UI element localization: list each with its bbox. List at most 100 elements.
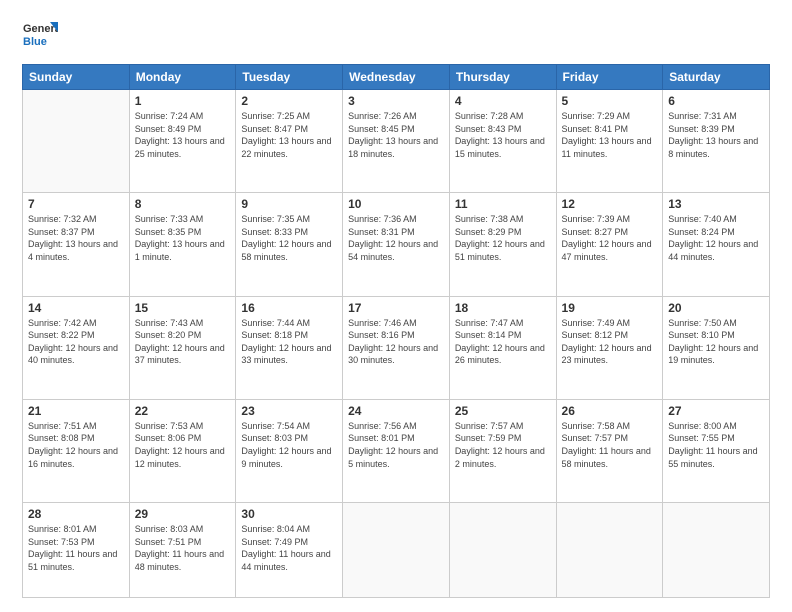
weekday-thursday: Thursday [449,65,556,90]
day-number: 11 [455,197,551,211]
day-number: 5 [562,94,658,108]
week-row-4: 21 Sunrise: 7:51 AM Sunset: 8:08 PM Dayli… [23,399,770,502]
day-info: Sunrise: 8:04 AM Sunset: 7:49 PM Dayligh… [241,523,337,573]
calendar-cell [23,90,130,193]
day-number: 14 [28,301,124,315]
day-info: Sunrise: 7:54 AM Sunset: 8:03 PM Dayligh… [241,420,337,470]
day-number: 30 [241,507,337,521]
calendar-cell: 29 Sunrise: 8:03 AM Sunset: 7:51 PM Dayli… [129,503,236,598]
day-number: 13 [668,197,764,211]
logo-svg: General Blue [22,18,58,54]
weekday-monday: Monday [129,65,236,90]
weekday-saturday: Saturday [663,65,770,90]
day-info: Sunrise: 7:35 AM Sunset: 8:33 PM Dayligh… [241,213,337,263]
calendar-cell: 24 Sunrise: 7:56 AM Sunset: 8:01 PM Dayli… [343,399,450,502]
day-number: 10 [348,197,444,211]
calendar-cell [343,503,450,598]
calendar-cell: 6Sunrise: 7:31 AM Sunset: 8:39 PM Daylig… [663,90,770,193]
day-number: 24 [348,404,444,418]
day-info: Sunrise: 7:36 AM Sunset: 8:31 PM Dayligh… [348,213,444,263]
day-info: Sunrise: 7:39 AM Sunset: 8:27 PM Dayligh… [562,213,658,263]
day-number: 19 [562,301,658,315]
day-number: 2 [241,94,337,108]
calendar-header: SundayMondayTuesdayWednesdayThursdayFrid… [23,65,770,90]
day-number: 3 [348,94,444,108]
day-number: 15 [135,301,231,315]
calendar-cell: 23 Sunrise: 7:54 AM Sunset: 8:03 PM Dayli… [236,399,343,502]
calendar-cell: 26Sunrise: 7:58 AM Sunset: 7:57 PM Dayli… [556,399,663,502]
day-info: Sunrise: 7:33 AM Sunset: 8:35 PM Dayligh… [135,213,231,263]
day-number: 29 [135,507,231,521]
day-number: 4 [455,94,551,108]
week-row-1: 1 Sunrise: 7:24 AM Sunset: 8:49 PM Daylig… [23,90,770,193]
calendar-cell: 1 Sunrise: 7:24 AM Sunset: 8:49 PM Daylig… [129,90,236,193]
day-info: Sunrise: 7:46 AM Sunset: 8:16 PM Dayligh… [348,317,444,367]
calendar-cell: 18 Sunrise: 7:47 AM Sunset: 8:14 PM Dayli… [449,296,556,399]
day-info: Sunrise: 7:24 AM Sunset: 8:49 PM Dayligh… [135,110,231,160]
day-info: Sunrise: 7:32 AM Sunset: 8:37 PM Dayligh… [28,213,124,263]
calendar-cell: 13 Sunrise: 7:40 AM Sunset: 8:24 PM Dayli… [663,193,770,296]
calendar-cell: 10 Sunrise: 7:36 AM Sunset: 8:31 PM Dayli… [343,193,450,296]
week-row-2: 7 Sunrise: 7:32 AM Sunset: 8:37 PM Daylig… [23,193,770,296]
day-number: 20 [668,301,764,315]
day-number: 26 [562,404,658,418]
weekday-tuesday: Tuesday [236,65,343,90]
day-number: 16 [241,301,337,315]
weekday-friday: Friday [556,65,663,90]
week-row-5: 28Sunrise: 8:01 AM Sunset: 7:53 PM Dayli… [23,503,770,598]
calendar-cell: 15 Sunrise: 7:43 AM Sunset: 8:20 PM Dayli… [129,296,236,399]
weekday-row: SundayMondayTuesdayWednesdayThursdayFrid… [23,65,770,90]
day-number: 25 [455,404,551,418]
day-number: 21 [28,404,124,418]
calendar-cell: 4 Sunrise: 7:28 AM Sunset: 8:43 PM Daylig… [449,90,556,193]
day-info: Sunrise: 7:49 AM Sunset: 8:12 PM Dayligh… [562,317,658,367]
calendar-body: 1 Sunrise: 7:24 AM Sunset: 8:49 PM Daylig… [23,90,770,598]
day-info: Sunrise: 7:43 AM Sunset: 8:20 PM Dayligh… [135,317,231,367]
day-info: Sunrise: 7:50 AM Sunset: 8:10 PM Dayligh… [668,317,764,367]
day-info: Sunrise: 7:40 AM Sunset: 8:24 PM Dayligh… [668,213,764,263]
calendar-cell: 12 Sunrise: 7:39 AM Sunset: 8:27 PM Dayli… [556,193,663,296]
day-number: 18 [455,301,551,315]
calendar-cell: 27 Sunrise: 8:00 AM Sunset: 7:55 PM Dayli… [663,399,770,502]
day-number: 8 [135,197,231,211]
logo: General Blue [22,18,58,54]
day-info: Sunrise: 7:29 AM Sunset: 8:41 PM Dayligh… [562,110,658,160]
day-info: Sunrise: 7:42 AM Sunset: 8:22 PM Dayligh… [28,317,124,367]
day-number: 6 [668,94,764,108]
calendar-cell: 3Sunrise: 7:26 AM Sunset: 8:45 PM Daylig… [343,90,450,193]
calendar-cell: 7 Sunrise: 7:32 AM Sunset: 8:37 PM Daylig… [23,193,130,296]
day-info: Sunrise: 7:51 AM Sunset: 8:08 PM Dayligh… [28,420,124,470]
day-info: Sunrise: 7:56 AM Sunset: 8:01 PM Dayligh… [348,420,444,470]
day-info: Sunrise: 7:47 AM Sunset: 8:14 PM Dayligh… [455,317,551,367]
calendar-cell: 14 Sunrise: 7:42 AM Sunset: 8:22 PM Dayli… [23,296,130,399]
day-info: Sunrise: 7:28 AM Sunset: 8:43 PM Dayligh… [455,110,551,160]
day-info: Sunrise: 7:38 AM Sunset: 8:29 PM Dayligh… [455,213,551,263]
calendar-cell: 25 Sunrise: 7:57 AM Sunset: 7:59 PM Dayli… [449,399,556,502]
day-number: 27 [668,404,764,418]
calendar-cell: 19 Sunrise: 7:49 AM Sunset: 8:12 PM Dayli… [556,296,663,399]
calendar-cell [449,503,556,598]
weekday-sunday: Sunday [23,65,130,90]
day-number: 7 [28,197,124,211]
calendar-cell: 11 Sunrise: 7:38 AM Sunset: 8:29 PM Dayli… [449,193,556,296]
day-info: Sunrise: 8:00 AM Sunset: 7:55 PM Dayligh… [668,420,764,470]
calendar-cell: 21 Sunrise: 7:51 AM Sunset: 8:08 PM Dayli… [23,399,130,502]
svg-text:Blue: Blue [23,36,47,48]
day-number: 23 [241,404,337,418]
day-number: 12 [562,197,658,211]
day-info: Sunrise: 7:53 AM Sunset: 8:06 PM Dayligh… [135,420,231,470]
calendar-cell [663,503,770,598]
weekday-wednesday: Wednesday [343,65,450,90]
day-info: Sunrise: 7:57 AM Sunset: 7:59 PM Dayligh… [455,420,551,470]
calendar-cell: 9 Sunrise: 7:35 AM Sunset: 8:33 PM Daylig… [236,193,343,296]
calendar-cell [556,503,663,598]
day-number: 22 [135,404,231,418]
calendar-cell: 8 Sunrise: 7:33 AM Sunset: 8:35 PM Daylig… [129,193,236,296]
day-info: Sunrise: 7:25 AM Sunset: 8:47 PM Dayligh… [241,110,337,160]
week-row-3: 14 Sunrise: 7:42 AM Sunset: 8:22 PM Dayli… [23,296,770,399]
day-number: 1 [135,94,231,108]
day-info: Sunrise: 7:44 AM Sunset: 8:18 PM Dayligh… [241,317,337,367]
day-info: Sunrise: 8:03 AM Sunset: 7:51 PM Dayligh… [135,523,231,573]
day-number: 9 [241,197,337,211]
calendar-cell: 16 Sunrise: 7:44 AM Sunset: 8:18 PM Dayli… [236,296,343,399]
